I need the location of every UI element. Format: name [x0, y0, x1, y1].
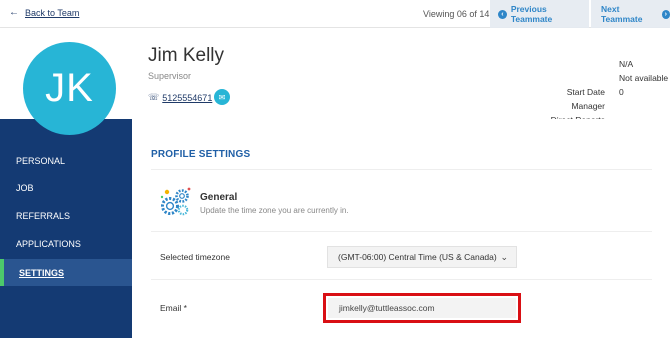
- avatar: JK: [23, 42, 116, 135]
- phone-link[interactable]: ☏ 5125554671: [148, 92, 212, 103]
- sidebar-item-personal[interactable]: PERSONAL: [16, 156, 65, 166]
- previous-teammate-label: Previous Teammate: [510, 4, 553, 24]
- email-field[interactable]: jimkelly@tuttleassoc.com: [328, 298, 516, 318]
- active-indicator: [0, 259, 4, 286]
- chevron-left-icon: ‹: [498, 9, 507, 19]
- divider: [151, 169, 652, 170]
- phone-number: 5125554671: [162, 92, 213, 103]
- divider: [151, 231, 652, 232]
- start-date-value: N/A: [619, 59, 634, 69]
- next-teammate-button[interactable]: Next Teammate ›: [591, 0, 670, 28]
- direct-reports-value: 0: [619, 87, 624, 97]
- phone-icon: ☏: [148, 92, 160, 102]
- email-label: Email *: [160, 303, 187, 313]
- meta-values: N/A Not available 0: [619, 57, 668, 99]
- email-button[interactable]: ✉: [214, 89, 230, 105]
- arrow-left-icon: ←: [9, 7, 19, 18]
- sidebar-item-settings-label: SETTINGS: [19, 268, 65, 278]
- email-value: jimkelly@tuttleassoc.com: [339, 303, 435, 313]
- timezone-label: Selected timezone: [160, 252, 230, 262]
- sidebar-item-applications[interactable]: APPLICATIONS: [16, 239, 81, 249]
- sidebar-item-referrals[interactable]: REFERRALS: [16, 211, 70, 221]
- profile-role: Supervisor: [148, 71, 192, 81]
- timezone-select[interactable]: (GMT-06:00) Central Time (US & Canada) ⌄: [327, 246, 517, 268]
- previous-teammate-button[interactable]: ‹ Previous Teammate: [490, 0, 589, 28]
- profile-name: Jim Kelly: [148, 45, 225, 66]
- start-date-key: Start Date: [566, 87, 605, 97]
- section-title: PROFILE SETTINGS: [151, 149, 251, 160]
- next-teammate-label: Next Teammate: [601, 4, 643, 24]
- manager-key: Manager: [571, 101, 605, 111]
- divider: [151, 279, 652, 280]
- back-to-team-link[interactable]: ← Back to Team: [9, 7, 80, 19]
- general-title: General: [200, 192, 238, 203]
- mail-icon: ✉: [218, 92, 226, 102]
- chevron-down-icon: ⌄: [500, 252, 508, 262]
- sidebar-item-job[interactable]: JOB: [16, 183, 34, 193]
- email-highlight: jimkelly@tuttleassoc.com: [323, 293, 521, 323]
- back-to-team-label: Back to Team: [25, 8, 80, 18]
- timezone-value: (GMT-06:00) Central Time (US & Canada): [338, 252, 497, 262]
- top-bar: ← Back to Team Viewing 06 of 14 ‹ Previo…: [0, 0, 670, 28]
- gears-icon: [160, 187, 191, 216]
- sidebar: [0, 119, 132, 338]
- sidebar-item-settings[interactable]: SETTINGS: [0, 259, 132, 286]
- chevron-right-icon: ›: [661, 9, 670, 19]
- viewing-counter: Viewing 06 of 14: [423, 9, 490, 19]
- general-subtitle: Update the time zone you are currently i…: [200, 206, 349, 215]
- manager-value: Not available: [619, 73, 669, 83]
